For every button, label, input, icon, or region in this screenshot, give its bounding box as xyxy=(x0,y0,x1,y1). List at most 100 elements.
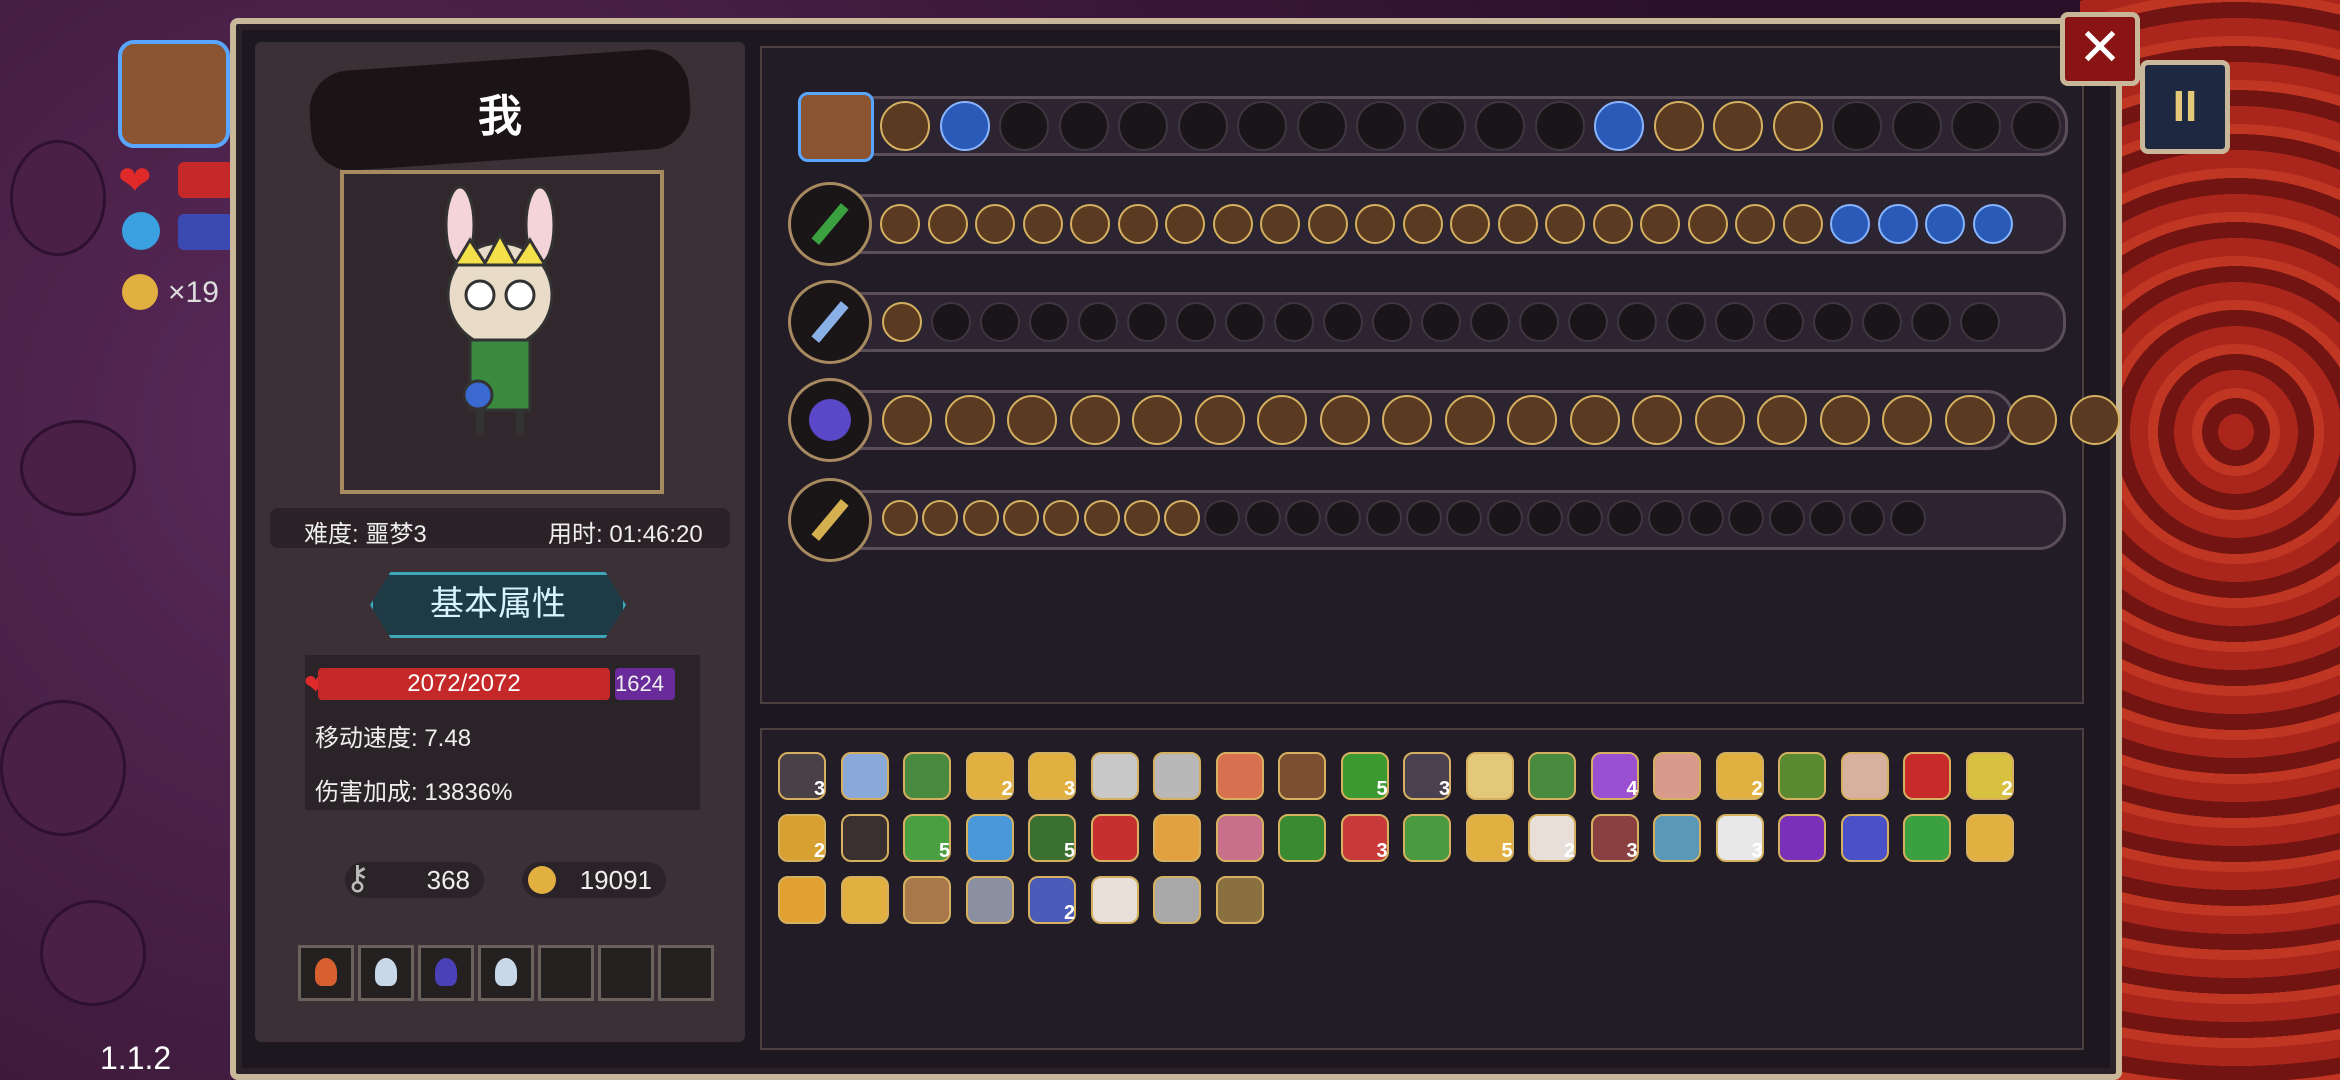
skill-slot-empty[interactable] xyxy=(1764,302,1804,342)
skill-slot-filled[interactable] xyxy=(1592,204,1633,244)
skill-slot-filled[interactable] xyxy=(1083,500,1120,536)
pause-button[interactable]: II xyxy=(2140,60,2230,154)
skill-slot-empty[interactable] xyxy=(1244,500,1281,536)
skill-slot-empty[interactable] xyxy=(1647,500,1684,536)
inventory-item[interactable] xyxy=(1653,814,1701,862)
skill-slot-empty[interactable] xyxy=(1029,302,1069,342)
skill-slot-filled[interactable] xyxy=(1772,101,1823,151)
skill-slot-filled[interactable] xyxy=(1043,500,1080,536)
skill-slot-empty[interactable] xyxy=(1127,302,1167,342)
backpack-icon[interactable] xyxy=(118,40,230,148)
inventory-item[interactable] xyxy=(1778,752,1826,800)
skill-slot-filled[interactable] xyxy=(1307,204,1348,244)
skill-slot-filled[interactable] xyxy=(1497,204,1538,244)
skill-slot-empty[interactable] xyxy=(1118,101,1168,151)
close-button[interactable]: ✕ xyxy=(2060,12,2140,86)
skill-slot-filled[interactable] xyxy=(880,101,930,151)
skill-slot-empty[interactable] xyxy=(1715,302,1755,342)
inventory-item[interactable] xyxy=(1528,752,1576,800)
skill-slot-filled[interactable] xyxy=(1117,204,1158,244)
skill-slot-filled[interactable] xyxy=(882,395,932,445)
skill-slot-filled[interactable] xyxy=(1594,101,1644,151)
skill-slot-empty[interactable] xyxy=(1486,500,1523,536)
staff-weapon-icon[interactable] xyxy=(788,182,872,266)
inventory-item[interactable] xyxy=(1653,752,1701,800)
skill-slot-filled[interactable] xyxy=(1972,204,2013,244)
skill-slot-empty[interactable] xyxy=(1078,302,1118,342)
skill-slot-empty[interactable] xyxy=(1274,302,1314,342)
skill-slot-empty[interactable] xyxy=(1177,101,1228,151)
potion-slot[interactable] xyxy=(478,945,534,1001)
skill-slot-empty[interactable] xyxy=(1372,302,1412,342)
skill-slot-filled[interactable] xyxy=(2007,395,2057,445)
skill-slot-empty[interactable] xyxy=(1405,500,1442,536)
skill-slot-empty[interactable] xyxy=(1323,302,1363,342)
skill-slot-empty[interactable] xyxy=(1519,302,1559,342)
skill-slot-filled[interactable] xyxy=(1640,204,1680,244)
skill-slot-empty[interactable] xyxy=(1470,302,1510,342)
inventory-item[interactable] xyxy=(1903,752,1951,800)
skill-slot-filled[interactable] xyxy=(1545,204,1585,244)
skill-slot-empty[interactable] xyxy=(931,302,971,342)
skill-slot-empty[interactable] xyxy=(1356,101,1406,151)
skill-slot-empty[interactable] xyxy=(1176,302,1216,342)
skill-slot-empty[interactable] xyxy=(1951,101,2001,151)
skill-slot-filled[interactable] xyxy=(1735,204,1775,244)
skill-slot-filled[interactable] xyxy=(1069,395,1120,445)
inventory-item[interactable] xyxy=(1840,814,1889,862)
inventory-item[interactable] xyxy=(903,752,951,800)
tab-basic-attributes[interactable]: 基本属性 xyxy=(370,572,626,638)
skill-slot-empty[interactable] xyxy=(1688,500,1724,536)
skill-slot-empty[interactable] xyxy=(1849,500,1886,536)
skill-slot-empty[interactable] xyxy=(1889,500,1926,536)
golden-staff-weapon-icon[interactable] xyxy=(788,478,872,562)
skill-slot-filled[interactable] xyxy=(975,204,1015,244)
inventory-item[interactable] xyxy=(1215,814,1264,862)
skill-slot-filled[interactable] xyxy=(1132,395,1182,445)
inventory-item[interactable] xyxy=(1153,814,1201,862)
skill-slot-filled[interactable] xyxy=(1319,395,1370,445)
skill-slot-filled[interactable] xyxy=(1782,204,1823,244)
skill-slot-filled[interactable] xyxy=(1450,204,1490,244)
skill-slot-filled[interactable] xyxy=(1687,204,1728,244)
skill-slot-filled[interactable] xyxy=(1194,395,1245,445)
skill-slot-filled[interactable] xyxy=(927,204,968,244)
skill-slot-filled[interactable] xyxy=(1877,204,1918,244)
skill-slot-filled[interactable] xyxy=(1007,395,1057,445)
skill-slot-filled[interactable] xyxy=(1402,204,1443,244)
skill-slot-empty[interactable] xyxy=(1237,101,1287,151)
orb-weapon-icon[interactable] xyxy=(788,378,872,462)
inventory-item[interactable] xyxy=(1090,752,1139,800)
empty-slot[interactable] xyxy=(538,945,594,1001)
skill-slot-filled[interactable] xyxy=(962,500,999,536)
skill-slot-filled[interactable] xyxy=(944,395,995,445)
inventory-item[interactable] xyxy=(1778,814,1826,862)
skill-slot-empty[interactable] xyxy=(1365,500,1402,536)
inventory-item[interactable] xyxy=(1215,752,1264,800)
inventory-item[interactable] xyxy=(1153,752,1201,800)
backpack-icon[interactable] xyxy=(798,92,874,162)
skill-slot-empty[interactable] xyxy=(1567,500,1604,536)
inventory-item[interactable] xyxy=(840,876,889,924)
skill-slot-filled[interactable] xyxy=(1257,395,1307,445)
inventory-item[interactable] xyxy=(840,752,889,800)
skill-slot-filled[interactable] xyxy=(1444,395,1495,445)
skill-slot-empty[interactable] xyxy=(1832,101,1882,151)
skill-slot-filled[interactable] xyxy=(1569,395,1620,445)
skill-slot-empty[interactable] xyxy=(2010,101,2061,151)
potion-slot[interactable] xyxy=(418,945,474,1001)
inventory-item[interactable] xyxy=(965,876,1014,924)
inventory-item[interactable] xyxy=(840,814,889,862)
skill-slot-empty[interactable] xyxy=(1568,302,1608,342)
skill-slot-filled[interactable] xyxy=(1212,204,1253,244)
skill-slot-empty[interactable] xyxy=(1225,302,1265,342)
inventory-item[interactable] xyxy=(1215,876,1264,924)
skill-slot-empty[interactable] xyxy=(1058,101,1109,151)
empty-slot[interactable] xyxy=(658,945,714,1001)
skill-slot-empty[interactable] xyxy=(1534,101,1585,151)
empty-slot[interactable] xyxy=(598,945,654,1001)
skill-slot-empty[interactable] xyxy=(1862,302,1902,342)
skill-slot-empty[interactable] xyxy=(1666,302,1706,342)
skill-slot-empty[interactable] xyxy=(1808,500,1845,536)
skill-slot-filled[interactable] xyxy=(1882,395,1932,445)
